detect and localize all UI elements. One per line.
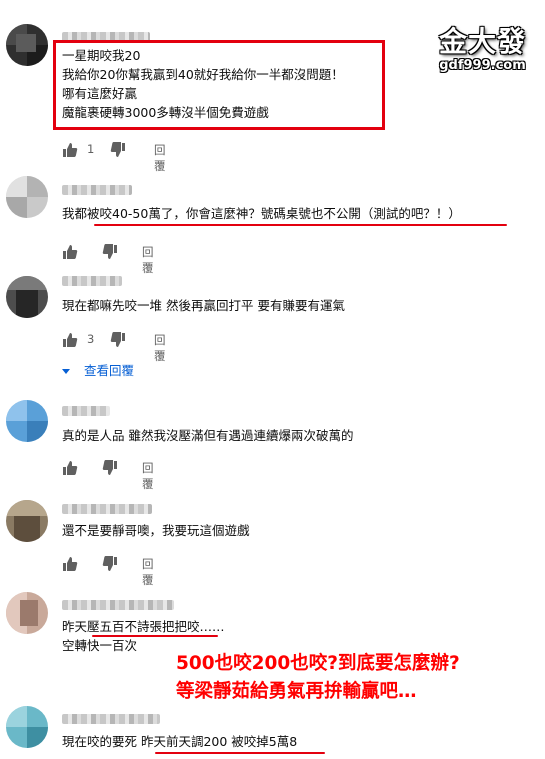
- author-name-redacted[interactable]: [62, 714, 160, 724]
- comment-line: 真的是人品 雖然我沒壓滿但有遇過連續爆兩次破萬的: [62, 428, 354, 443]
- reply-button[interactable]: 回覆: [154, 142, 166, 174]
- brand-watermark-logo: 金大發 gdf999.com: [430, 20, 535, 75]
- thumbs-up-icon[interactable]: [62, 244, 78, 260]
- brand-domain: gdf999.com: [439, 58, 526, 73]
- comment-line: 我都被咬40-50萬了，你會這麼神？號碼桌號也不公開（測試的吧？！）: [62, 206, 461, 221]
- red-underline: [155, 752, 325, 754]
- thumbs-down-icon[interactable]: [110, 332, 126, 348]
- comment-text: 真的是人品 雖然我沒壓滿但有遇過連續爆兩次破萬的: [62, 426, 353, 445]
- comment-line: 昨天壓五百不詩張把把咬……: [62, 619, 225, 634]
- comment-line: 我給你20你幫我贏到40就好我給你一半都沒問題！: [62, 67, 344, 82]
- comment-line: 現在咬的要死 昨天前天調200 被咬掉5萬8: [62, 734, 298, 749]
- thumbs-down-icon[interactable]: [110, 142, 126, 158]
- reply-button[interactable]: 回覆: [142, 460, 154, 492]
- comment-text: 一星期咬我20 我給你20你幫我贏到40就好我給你一半都沒問題！ 哪有這麼好贏 …: [62, 46, 344, 122]
- like-count: 3: [87, 332, 95, 346]
- avatar[interactable]: [6, 500, 48, 542]
- brand-name: 金大發: [438, 25, 526, 58]
- comment-line: 現在都嘛先咬一堆 然後再贏回打平 要有賺要有運氣: [62, 298, 345, 313]
- like-count: 1: [87, 142, 95, 156]
- comment-text: 現在咬的要死 昨天前天調200 被咬掉5萬8: [62, 732, 297, 751]
- avatar[interactable]: [6, 176, 48, 218]
- view-replies-label: 查看回覆: [84, 363, 135, 378]
- thumbs-down-icon[interactable]: [102, 460, 118, 476]
- author-name-redacted[interactable]: [62, 600, 174, 610]
- overlay-caption-line: 等梁靜茹給勇氣再拚輸贏吧…: [176, 681, 417, 702]
- reply-button[interactable]: 回覆: [142, 244, 154, 276]
- avatar[interactable]: [6, 24, 48, 66]
- comment-line: 一星期咬我20: [62, 48, 141, 63]
- avatar[interactable]: [6, 592, 48, 634]
- thumbs-up-icon[interactable]: [62, 142, 78, 158]
- comment-line: 還不是要靜哥噢，我要玩這個遊戲: [62, 523, 250, 538]
- author-name-redacted[interactable]: [62, 276, 122, 286]
- thumbs-down-icon[interactable]: [102, 244, 118, 260]
- caret-down-icon: [62, 369, 70, 374]
- author-name-redacted[interactable]: [62, 406, 110, 416]
- thumbs-down-icon[interactable]: [102, 556, 118, 572]
- red-underline: [92, 635, 218, 637]
- comment-line: 哪有這麼好贏: [62, 86, 138, 101]
- comment-text: 還不是要靜哥噢，我要玩這個遊戲: [62, 521, 250, 540]
- overlay-caption: 500也咬200也咬?到底要怎麼辦? 等梁靜茹給勇氣再拚輸贏吧…: [176, 650, 541, 706]
- avatar[interactable]: [6, 276, 48, 318]
- comment-text: 現在都嘛先咬一堆 然後再贏回打平 要有賺要有運氣: [62, 296, 345, 315]
- thumbs-up-icon[interactable]: [62, 332, 78, 348]
- comment-line: 魔龍裹硬轉3000多轉沒半個免費遊戲: [62, 105, 269, 120]
- author-name-redacted[interactable]: [62, 185, 132, 195]
- avatar[interactable]: [6, 400, 48, 442]
- comment-text: 我都被咬40-50萬了，你會這麼神？號碼桌號也不公開（測試的吧？！）: [62, 204, 461, 223]
- reply-button[interactable]: 回覆: [154, 332, 166, 364]
- reply-button[interactable]: 回覆: [142, 556, 154, 588]
- red-underline: [94, 224, 507, 226]
- thumbs-up-icon[interactable]: [62, 460, 78, 476]
- author-name-redacted[interactable]: [62, 504, 152, 514]
- overlay-caption-line: 500也咬200也咬?到底要怎麼辦?: [176, 653, 460, 674]
- thumbs-up-icon[interactable]: [62, 556, 78, 572]
- avatar[interactable]: [6, 706, 48, 748]
- view-replies-button[interactable]: 查看回覆: [62, 360, 134, 379]
